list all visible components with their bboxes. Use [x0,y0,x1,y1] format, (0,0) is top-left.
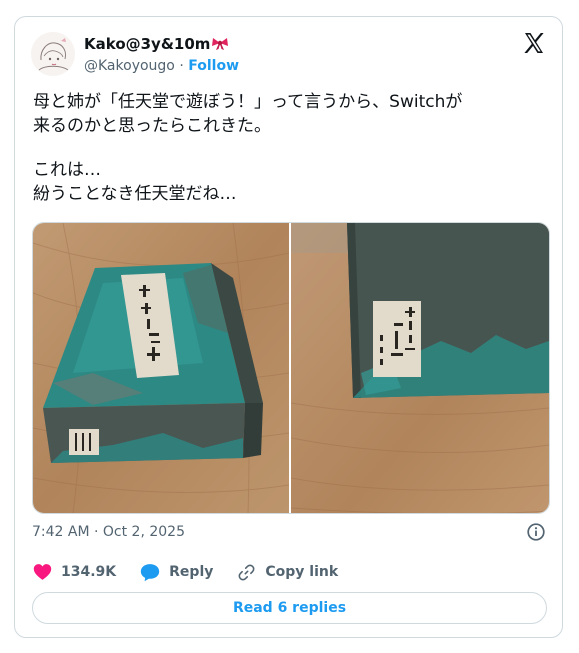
like-button[interactable]: 134.9K [33,563,116,581]
like-count: 134.9K [61,564,117,580]
hanafuda-box-photo-2 [291,223,549,513]
display-name-text: Kako@3y&10m [84,35,211,53]
read-replies-button[interactable]: Read 6 replies [32,592,547,624]
author-handle-row: @Kakoyougo · Follow [84,57,239,75]
x-logo-icon[interactable] [522,31,546,55]
info-icon[interactable] [526,522,546,542]
reply-button[interactable]: Reply [140,563,213,582]
ribbon-emoji-icon [211,35,229,55]
media-grid [32,222,550,514]
photo-2[interactable] [291,223,549,513]
handle-separator: · [179,58,184,74]
avatar[interactable] [31,32,75,76]
heart-icon [33,564,52,580]
copy-link-button[interactable]: Copy link [237,563,338,582]
tweet-text: 母と姉が「任天堂で遊ぼう！」って言うから、Switchが 来るのかと思ったらこれ… [33,90,548,206]
tweet-line: 来るのかと思ったらこれきた。 [33,116,271,136]
follow-button[interactable]: Follow [188,58,239,74]
link-icon [238,564,255,580]
tweet-card: Kako@3y&10m @Kakoyougo · Follow 母と姉が「任天堂… [14,16,563,638]
tweet-line: 母と姉が「任天堂で遊ぼう！」って言うから、Switchが [33,92,463,112]
tweet-actions: 134.9K Reply Copy link [33,562,362,582]
copy-link-label: Copy link [265,564,339,580]
photo-1[interactable] [33,223,289,513]
author-display-name[interactable]: Kako@3y&10m [84,35,229,55]
avatar-sketch-icon [31,32,75,76]
tweet-timestamp[interactable]: 7:42 AM · Oct 2, 2025 [32,523,185,541]
author-handle[interactable]: @Kakoyougo [84,58,175,74]
tweet-line: これは… [33,160,101,180]
reply-bubble-icon [140,563,160,581]
tweet-line: 紛うことなき任天堂だね… [33,184,237,204]
reply-label: Reply [169,564,214,580]
hanafuda-box-photo-1 [33,223,289,513]
tweet-line-break [33,138,548,158]
